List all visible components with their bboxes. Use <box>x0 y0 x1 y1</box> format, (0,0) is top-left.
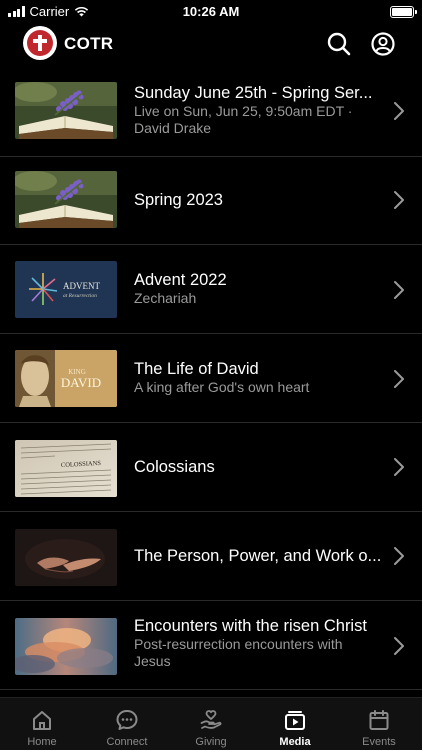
king-david-thumbnail: KING DAVID <box>15 350 117 407</box>
church-logo <box>23 26 57 60</box>
status-bar: Carrier 10:26 AM <box>0 0 422 24</box>
tab-label: Media <box>279 736 311 748</box>
media-item-text: Sunday June 25th - Spring Ser... Live on… <box>134 83 384 137</box>
david-text: DAVID <box>61 375 101 390</box>
chevron-right-icon <box>394 637 404 655</box>
tab-media[interactable]: Media <box>253 698 337 750</box>
media-item[interactable]: Sunday June 25th - Spring Ser... Live on… <box>0 68 422 157</box>
home-icon <box>33 711 51 730</box>
media-item-title: The Life of David <box>134 360 259 378</box>
hands-thumbnail <box>15 529 117 586</box>
media-item-title: Colossians <box>134 458 215 476</box>
media-item-title: Encounters with the risen Christ <box>134 617 367 635</box>
media-item-text: Colossians <box>134 457 384 477</box>
tab-label: Events <box>362 736 396 748</box>
battery-icon <box>390 6 417 18</box>
media-item[interactable]: The Person, Power, and Work o... <box>0 512 422 601</box>
tab-label: Home <box>27 736 57 748</box>
sky-thumbnail <box>15 618 117 675</box>
advent-thumbnail: ADVENT at Resurrection <box>15 261 117 318</box>
lavender-book-thumbnail <box>15 171 117 228</box>
chevron-right-icon <box>394 281 404 299</box>
calendar-icon <box>369 710 389 730</box>
bible-page-thumbnail: COLOSSIANS <box>15 440 117 497</box>
lavender-book-thumbnail <box>15 82 117 139</box>
account-icon[interactable] <box>370 31 396 57</box>
search-icon[interactable] <box>326 31 352 57</box>
chevron-right-icon <box>394 191 404 209</box>
tab-home[interactable]: Home <box>0 698 84 750</box>
media-item-title: Advent 2022 <box>134 271 227 289</box>
app-title: COTR <box>64 34 114 53</box>
advent-title-text: ADVENT <box>63 281 100 291</box>
tab-bar: Home Connect Giving Media Events <box>0 697 422 750</box>
media-item-title: Sunday June 25th - Spring Ser... <box>134 84 373 102</box>
advent-subtitle-text: at Resurrection <box>63 293 97 299</box>
tab-label: Giving <box>195 736 227 748</box>
media-item-text: The Life of David A king after God's own… <box>134 359 384 396</box>
media-item-subtitle: A king after God's own heart <box>134 379 310 395</box>
chat-icon <box>116 710 138 730</box>
media-item-title: Spring 2023 <box>134 191 223 209</box>
media-item[interactable]: ADVENT at Resurrection Advent 2022 Zecha… <box>0 245 422 334</box>
tab-events[interactable]: Events <box>337 698 421 750</box>
media-item-text: Spring 2023 <box>134 190 384 210</box>
media-item[interactable]: Spring 2023 <box>0 156 422 245</box>
media-item-subtitle: Post-resurrection encounters with Jesus <box>134 636 343 669</box>
chevron-right-icon <box>394 102 404 120</box>
media-item-title: The Person, Power, and Work o... <box>134 547 382 565</box>
tab-giving[interactable]: Giving <box>169 698 253 750</box>
status-time: 10:26 AM <box>182 4 240 19</box>
media-item-text: Advent 2022 Zechariah <box>134 270 384 307</box>
chevron-right-icon <box>394 458 404 476</box>
media-item-text: The Person, Power, and Work o... <box>134 546 384 566</box>
media-icon <box>285 711 305 730</box>
media-item-subtitle: Zechariah <box>134 290 197 306</box>
tab-connect[interactable]: Connect <box>85 698 169 750</box>
tab-label: Connect <box>106 736 148 748</box>
media-item[interactable]: COLOSSIANS Colossians <box>0 423 422 512</box>
media-item-subtitle: Live on Sun, Jun 25, 9:50am EDT · David … <box>134 103 353 136</box>
app-header: COTR <box>0 26 422 62</box>
media-item[interactable]: KING DAVID The Life of David A king afte… <box>0 334 422 423</box>
media-item[interactable]: Encounters with the risen Christ Post-re… <box>0 601 422 690</box>
giving-icon <box>200 710 222 729</box>
chevron-right-icon <box>394 370 404 388</box>
media-item-text: Encounters with the risen Christ Post-re… <box>134 616 384 670</box>
chevron-right-icon <box>394 547 404 565</box>
